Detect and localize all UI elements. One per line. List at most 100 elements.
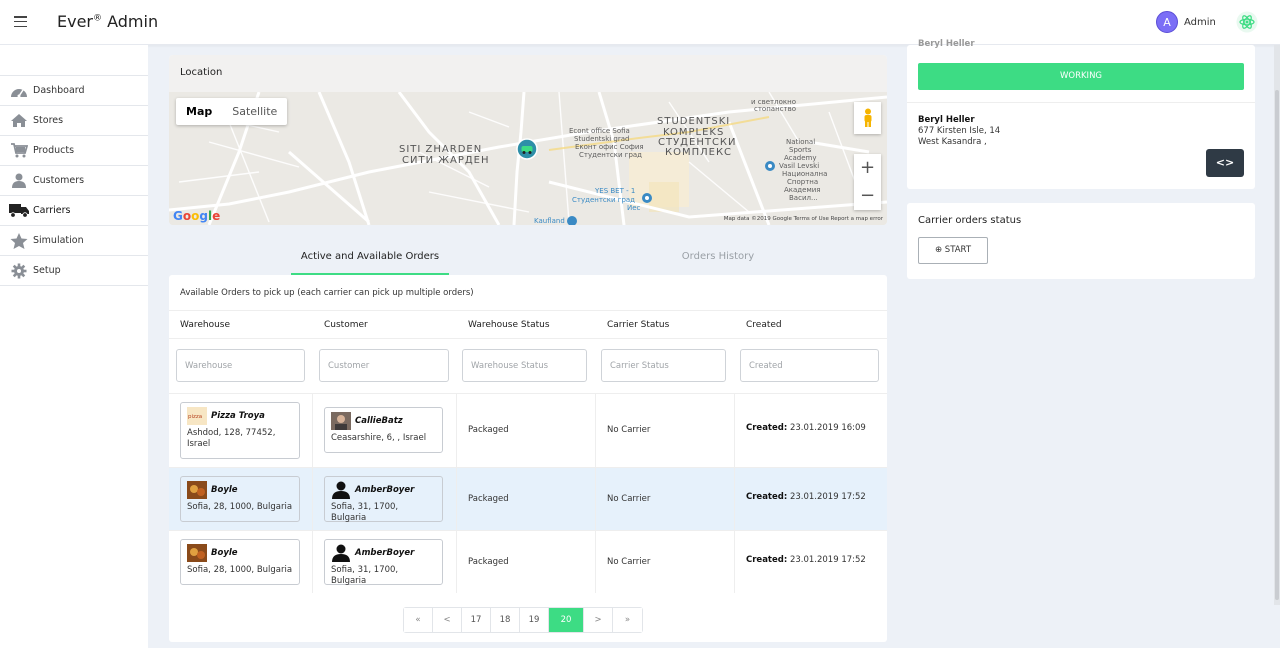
map-label: Vasil Levski: [779, 162, 820, 170]
warehouse-card[interactable]: Boyle Sofia, 28, 1000, Bulgaria: [180, 539, 300, 585]
map-label: Спортна: [787, 178, 819, 186]
start-button[interactable]: ⊕ START: [918, 237, 988, 264]
default-avatar-icon: [332, 544, 350, 562]
created-date: Created: 23.01.2019 17:52: [746, 492, 866, 502]
map-label: КОМПЛЕКС: [665, 147, 733, 158]
page-button[interactable]: 18: [491, 608, 520, 632]
customer-name: CallieBatz: [355, 416, 403, 426]
carrier-status: No Carrier: [607, 557, 651, 567]
person-icon: [9, 173, 29, 189]
customer-name: AmberBoyer: [355, 485, 415, 495]
place-pin-icon: [765, 161, 775, 173]
map-label: SITI ZHARDEN: [399, 144, 483, 155]
current-page-button[interactable]: 20: [549, 608, 584, 632]
default-avatar-icon: [332, 481, 350, 499]
carrier-address-line: 677 Kirsten Isle, 14: [918, 126, 1001, 136]
column-divider: [312, 468, 313, 530]
brand-suffix: Admin: [102, 12, 159, 31]
sidebar-item-customers[interactable]: Customers: [0, 166, 148, 196]
warehouse-name: Boyle: [211, 548, 238, 558]
sidebar-item-dashboard[interactable]: Dashboard: [0, 76, 148, 106]
sidebar: Dashboard Stores Products Customers Carr…: [0, 45, 148, 648]
page-button[interactable]: 19: [520, 608, 549, 632]
prev-page-button[interactable]: <: [433, 608, 462, 632]
menu-icon[interactable]: [14, 16, 27, 28]
orders-tabs: Active and Available Orders Orders Histo…: [169, 248, 887, 276]
column-header[interactable]: Customer: [324, 320, 368, 330]
map-tab-map[interactable]: Map: [176, 98, 222, 125]
map-attribution[interactable]: Map data ©2019 Google Terms of Use Repor…: [724, 216, 883, 222]
sidebar-item-stores[interactable]: Stores: [0, 106, 148, 136]
zoom-out-button[interactable]: −: [854, 182, 881, 210]
carrier-customer-name: Beryl Heller: [918, 115, 975, 125]
map-label: Sports: [789, 146, 812, 154]
scrollbar-thumb[interactable]: [1275, 90, 1279, 600]
user-name[interactable]: Admin: [1184, 17, 1216, 28]
carrier-orders-status-card: Carrier orders status ⊕ START: [907, 203, 1255, 279]
map[interactable]: и светлокно стопанство SITI ZHARDEN СИТИ…: [169, 92, 887, 225]
avatar[interactable]: A: [1156, 11, 1178, 33]
warehouse-card[interactable]: Boyle Sofia, 28, 1000, Bulgaria: [180, 476, 300, 522]
column-header[interactable]: Warehouse Status: [468, 320, 550, 330]
customer-filter-input[interactable]: [319, 349, 449, 382]
map-label: Academy: [784, 154, 817, 162]
map-label: Васил...: [789, 194, 818, 202]
carrier-marker-icon[interactable]: [516, 138, 538, 160]
warehouse-card[interactable]: pizza Pizza Troya Ashdod, 128, 77452, Isr…: [180, 402, 300, 459]
column-header[interactable]: Carrier Status: [607, 320, 669, 330]
column-header[interactable]: Warehouse: [180, 320, 230, 330]
tab-active-orders[interactable]: Active and Available Orders: [291, 248, 449, 276]
customer-name: AmberBoyer: [355, 548, 415, 558]
created-value: 23.01.2019 17:52: [787, 555, 866, 565]
last-page-button[interactable]: »: [613, 608, 642, 632]
warehouse-status: Packaged: [468, 494, 509, 504]
pagination: « < 17 18 19 20 > »: [403, 607, 643, 633]
column-divider: [734, 394, 735, 467]
first-page-button[interactable]: «: [404, 608, 433, 632]
atom-icon[interactable]: [1236, 11, 1258, 33]
table-row[interactable]: pizza Pizza Troya Ashdod, 128, 77452, Isr…: [169, 394, 887, 468]
customer-card[interactable]: AmberBoyer Sofia, 31, 1700, Bulgaria: [324, 476, 443, 523]
tab-orders-history[interactable]: Orders History: [639, 248, 797, 276]
map-label: Еконт офис София: [575, 143, 644, 151]
sidebar-item-setup[interactable]: Setup: [0, 256, 148, 286]
created-filter-input[interactable]: [740, 349, 879, 382]
warehouse-status-filter-input[interactable]: [462, 349, 587, 382]
brand-reg: ®: [93, 13, 102, 24]
page-button[interactable]: 17: [462, 608, 491, 632]
map-label: Студентски град: [579, 151, 643, 159]
orders-note: Available Orders to pick up (each carrie…: [180, 288, 474, 298]
map-type-toggle: Map Satellite: [176, 98, 288, 125]
next-page-button[interactable]: >: [584, 608, 613, 632]
warehouse-filter-input[interactable]: [176, 349, 305, 382]
column-divider: [595, 468, 596, 530]
code-button[interactable]: <>: [1206, 149, 1244, 177]
carrier-status: No Carrier: [607, 494, 651, 504]
table-row[interactable]: Boyle Sofia, 28, 1000, Bulgaria AmberBoy…: [169, 531, 887, 593]
street-view-icon[interactable]: [854, 102, 881, 134]
column-header[interactable]: Created: [746, 320, 782, 330]
brand-name: Ever: [57, 12, 93, 31]
customer-card[interactable]: AmberBoyer Sofia, 31, 1700, Bulgaria: [324, 539, 443, 586]
created-label: Created:: [746, 555, 788, 565]
user-menu[interactable]: A Admin: [1156, 11, 1216, 33]
sidebar-item-products[interactable]: Products: [0, 136, 148, 166]
map-label: Иес: [627, 204, 641, 212]
carrier-customer-address: 677 Kirsten Isle, 14 West Kasandra ,: [918, 126, 1000, 148]
table-row[interactable]: Boyle Sofia, 28, 1000, Bulgaria AmberBoy…: [169, 468, 887, 531]
location-title: Location: [169, 55, 887, 92]
top-bar: Ever® Admin A Admin: [0, 0, 1280, 45]
sidebar-item-simulation[interactable]: Simulation: [0, 226, 148, 256]
customer-address: Ceasarshire, 6, , Israel: [331, 433, 427, 443]
column-divider: [595, 531, 596, 593]
orders-table-card: Available Orders to pick up (each carrie…: [169, 275, 887, 642]
column-divider: [456, 468, 457, 530]
zoom-in-button[interactable]: +: [854, 154, 881, 182]
sidebar-item-carriers[interactable]: Carriers: [0, 196, 148, 226]
table-header: Warehouse Customer Warehouse Status Carr…: [169, 310, 887, 339]
warehouse-address: Ashdod, 128, 77452,: [187, 428, 276, 438]
working-status-button[interactable]: WORKING: [918, 63, 1244, 90]
carrier-status-filter-input[interactable]: [601, 349, 726, 382]
customer-card[interactable]: CallieBatz Ceasarshire, 6, , Israel: [324, 407, 443, 453]
map-tab-satellite[interactable]: Satellite: [222, 98, 287, 125]
